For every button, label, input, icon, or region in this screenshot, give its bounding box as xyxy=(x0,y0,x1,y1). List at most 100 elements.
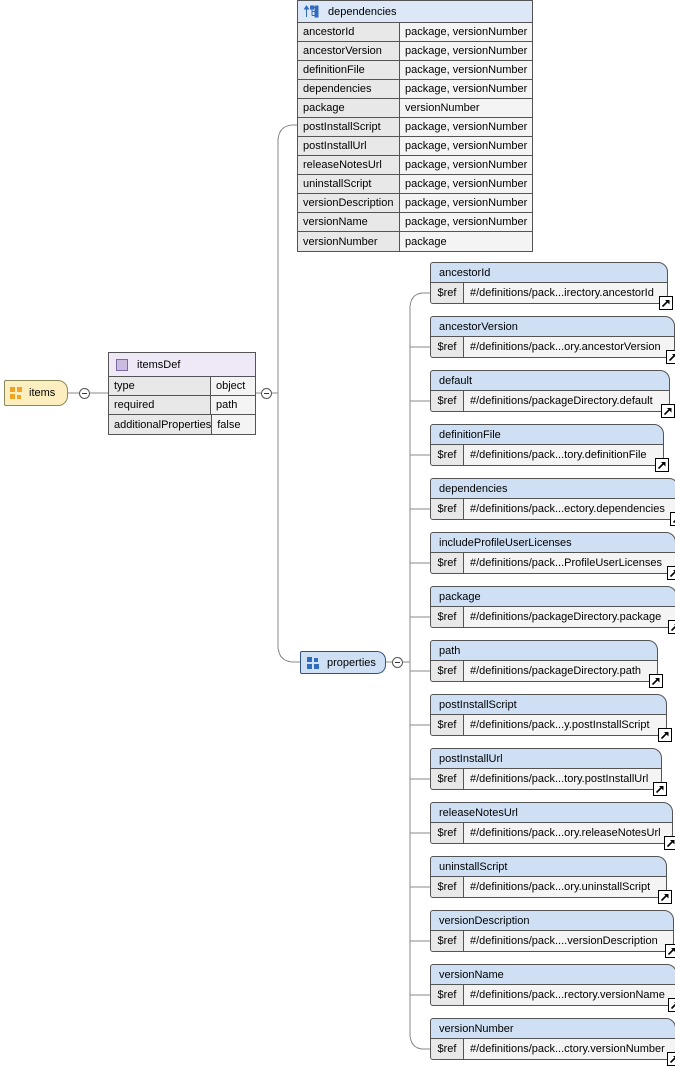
property-ref-name: uninstallScript xyxy=(430,856,667,877)
dependencies-value: versionNumber xyxy=(400,99,532,117)
property-ref-path: #/definitions/packageDirectory.default xyxy=(470,395,653,407)
ref-keyword-label: $ref xyxy=(431,715,464,735)
property-ref-path: #/definitions/pack...ory.ancestorVersion xyxy=(470,341,661,353)
external-link-icon[interactable] xyxy=(670,512,675,526)
external-link-icon[interactable] xyxy=(668,998,675,1012)
property-ref-body: $ref #/definitions/pack...irectory.ancest… xyxy=(430,283,673,310)
property-ref-box[interactable]: ancestorId $ref #/definitions/pack...irect… xyxy=(430,262,673,310)
property-ref-path: #/definitions/pack...tory.definitionFile xyxy=(470,449,647,461)
items-collapse-toggle[interactable] xyxy=(79,388,90,399)
dependencies-value: package, versionNumber xyxy=(400,61,532,79)
dependencies-key: ancestorId xyxy=(298,23,400,41)
dependencies-key: package xyxy=(298,99,400,117)
external-link-icon[interactable] xyxy=(666,350,675,364)
property-ref-box[interactable]: versionName $ref #/definitions/pack...rect… xyxy=(430,964,675,1012)
property-ref-name: releaseNotesUrl xyxy=(430,802,673,823)
property-ref-name: includeProfileUserLicenses xyxy=(430,532,675,553)
properties-node[interactable]: properties xyxy=(300,651,386,674)
items-def-table: itemsDef type object required path additiona… xyxy=(108,352,256,435)
ref-keyword-label: $ref xyxy=(431,283,464,303)
dependencies-value: package, versionNumber xyxy=(400,80,532,98)
external-link-icon[interactable] xyxy=(649,674,663,688)
dependencies-value: package, versionNumber xyxy=(400,175,532,193)
property-ref-body: $ref #/definitions/packageDirectory.path xyxy=(430,661,663,688)
property-ref-body: $ref #/definitions/pack...y.postInstallSc… xyxy=(430,715,672,742)
external-link-icon[interactable] xyxy=(653,782,667,796)
dependencies-value: package, versionNumber xyxy=(400,156,532,174)
ref-keyword-label: $ref xyxy=(431,769,464,789)
property-ref-name: package xyxy=(430,586,675,607)
external-link-icon[interactable] xyxy=(668,620,675,634)
dependencies-key: postInstallScript xyxy=(298,118,400,136)
ref-keyword-label: $ref xyxy=(431,499,464,519)
dependencies-value: package, versionNumber xyxy=(400,194,532,212)
property-ref-box[interactable]: dependencies $ref #/definitions/pack...ect… xyxy=(430,478,675,526)
ref-keyword-label: $ref xyxy=(431,661,464,681)
items-def-title: itemsDef xyxy=(137,358,181,371)
dependencies-key: postInstallUrl xyxy=(298,137,400,155)
property-ref-body: $ref #/definitions/packageDirectory.defau… xyxy=(430,391,675,418)
dependencies-value: package, versionNumber xyxy=(400,137,532,155)
external-link-icon[interactable] xyxy=(658,728,672,742)
dependencies-row: versionName package, versionNumber xyxy=(298,213,532,232)
property-ref-path: #/definitions/pack...rectory.versionName xyxy=(470,989,665,1001)
dependencies-row: versionDescription package, versionNumber xyxy=(298,194,532,213)
dependencies-value: package, versionNumber xyxy=(400,213,532,231)
property-ref-box[interactable]: path $ref #/definitions/packageDirectory.p… xyxy=(430,640,663,688)
ref-keyword-label: $ref xyxy=(431,607,464,627)
items-def-header: itemsDef xyxy=(109,353,255,377)
items-def-collapse-toggle[interactable] xyxy=(261,388,272,399)
property-ref-box[interactable]: definitionFile $ref #/definitions/pack...t… xyxy=(430,424,669,472)
external-link-icon[interactable] xyxy=(658,890,672,904)
items-def-row: additionalProperties false xyxy=(109,415,255,434)
property-ref-name: default xyxy=(430,370,670,391)
dependencies-row: postInstallUrl package, versionNumber xyxy=(298,137,532,156)
ref-keyword-label: $ref xyxy=(431,553,464,573)
property-ref-box[interactable]: package $ref #/definitions/packageDirector… xyxy=(430,586,675,634)
items-node[interactable]: items xyxy=(4,380,68,406)
dependencies-row: postInstallScript package, versionNumber xyxy=(298,118,532,137)
ref-keyword-label: $ref xyxy=(431,985,464,1005)
property-ref-box[interactable]: releaseNotesUrl $ref #/definitions/pack...… xyxy=(430,802,675,850)
dependencies-table-header: dependencies xyxy=(298,1,532,23)
ref-keyword-label: $ref xyxy=(431,391,464,411)
external-link-icon[interactable] xyxy=(667,566,675,580)
properties-collapse-toggle[interactable] xyxy=(392,657,403,668)
dependencies-key: versionNumber xyxy=(298,232,400,251)
external-link-icon[interactable] xyxy=(667,1052,675,1066)
property-ref-body: $ref #/definitions/pack...ory.ancestorVer… xyxy=(430,337,675,364)
properties-icon xyxy=(307,656,320,669)
dependencies-row: versionNumber package xyxy=(298,232,532,251)
items-def-key: type xyxy=(109,377,211,395)
ref-keyword-label: $ref xyxy=(431,1039,464,1059)
property-ref-body: $ref #/definitions/pack...ory.releaseNote… xyxy=(430,823,675,850)
property-ref-body: $ref #/definitions/pack....versionDescrip… xyxy=(430,931,675,958)
property-ref-box[interactable]: versionDescription $ref #/definitions/pack… xyxy=(430,910,675,958)
property-ref-box[interactable]: postInstallScript $ref #/definitions/pack.… xyxy=(430,694,672,742)
dependencies-key: versionDescription xyxy=(298,194,400,212)
dependencies-row: package versionNumber xyxy=(298,99,532,118)
ref-keyword-label: $ref xyxy=(431,931,464,951)
property-ref-box[interactable]: default $ref #/definitions/packageDirector… xyxy=(430,370,675,418)
property-ref-box[interactable]: uninstallScript $ref #/definitions/pack...… xyxy=(430,856,672,904)
external-link-icon[interactable] xyxy=(659,296,673,310)
property-ref-path: #/definitions/pack...y.postInstallScript xyxy=(470,719,650,731)
items-node-label: items xyxy=(29,387,56,399)
items-def-rows: type object required path additionalProperti… xyxy=(109,377,255,434)
property-ref-box[interactable]: postInstallUrl $ref #/definitions/pack...t… xyxy=(430,748,667,796)
external-link-icon[interactable] xyxy=(664,836,675,850)
dependencies-key: ancestorVersion xyxy=(298,42,400,60)
property-ref-box[interactable]: includeProfileUserLicenses $ref #/definiti… xyxy=(430,532,675,580)
property-ref-box[interactable]: ancestorVersion $ref #/definitions/pack...… xyxy=(430,316,675,364)
object-definition-icon xyxy=(116,358,128,371)
property-ref-path: #/definitions/pack...ectory.dependencies xyxy=(470,503,665,515)
dependencies-row: ancestorId package, versionNumber xyxy=(298,23,532,42)
property-ref-body: $ref #/definitions/pack...rectory.version… xyxy=(430,985,675,1012)
external-link-icon[interactable] xyxy=(661,404,675,418)
external-link-icon[interactable] xyxy=(665,944,675,958)
property-ref-box[interactable]: versionNumber $ref #/definitions/pack...ct… xyxy=(430,1018,675,1066)
property-ref-name: versionName xyxy=(430,964,675,985)
items-def-key: additionalProperties xyxy=(109,415,213,434)
external-link-icon[interactable] xyxy=(655,458,669,472)
properties-node-label: properties xyxy=(327,656,376,669)
